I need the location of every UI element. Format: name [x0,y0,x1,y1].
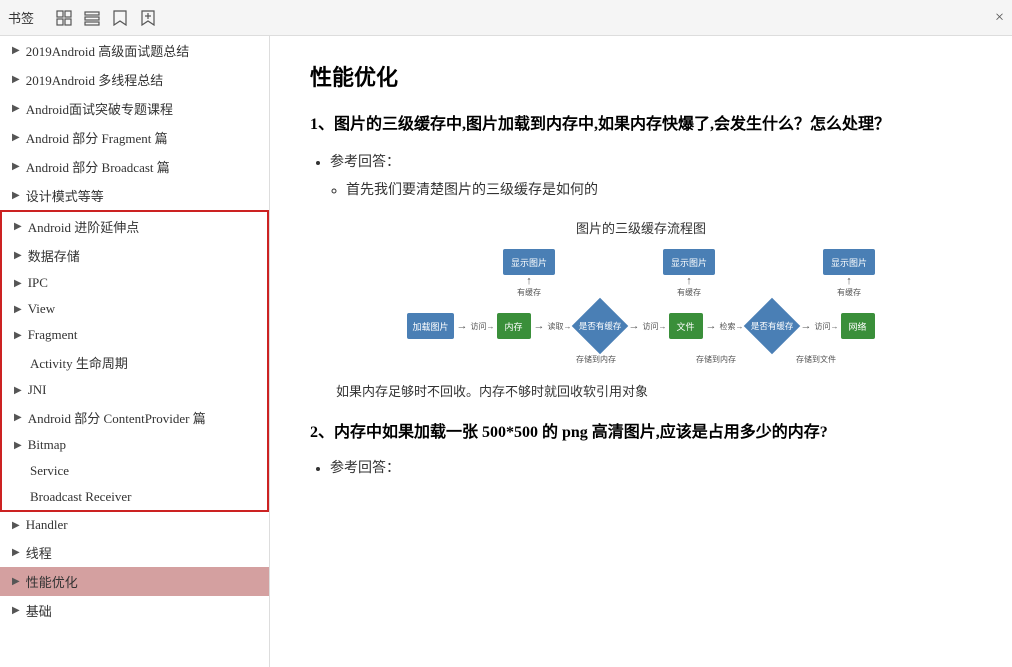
arrow-icon: ▶ [12,605,20,616]
sidebar-item-label: 2019Android 高级面试题总结 [26,41,190,60]
sidebar-item-13[interactable]: ▶ JNI [2,377,267,403]
content-area: 性能优化 1、图片的三级缓存中,图片加载到内存中,如果内存快爆了,会发生什么？怎… [270,36,1012,667]
arrow-icon: ▶ [12,132,20,143]
q2-answer-list: 参考回答： [330,458,972,480]
q1-title: 1、图片的三级缓存中,图片加载到内存中,如果内存快爆了,会发生什么？怎么处理？ [310,112,972,138]
sidebar-item-6[interactable]: ▶ 设计模式等等 [0,181,269,210]
sidebar-item-label: 线程 [26,543,52,562]
network-node: 网络 [841,313,875,339]
arrow-icon: ▶ [14,412,22,423]
answer-label: 参考回答： [330,155,400,170]
flow-diagram-container: 图片的三级缓存流程图 显示图片 ↑ 有缓存 显示图片 ↑ 有缓存 显示图片 ↑ … [310,218,972,365]
arrow-3: → [629,320,640,332]
sidebar-item-8[interactable]: ▶ 数据存储 [2,241,267,270]
sidebar-item-20[interactable]: ▶ 性能优化 [0,567,269,596]
q1-note: 如果内存足够时不回收。内存不够时就回收软引用对象 [310,381,972,400]
close-button[interactable]: × [995,9,1004,27]
sidebar-item-21[interactable]: ▶ 基础 [0,596,269,625]
arrow-icon: ▶ [12,74,20,85]
sidebar-item-label: 设计模式等等 [26,186,104,205]
display3-node: 显示图片 [823,249,875,275]
page-title: 性能优化 [310,60,972,92]
sidebar-item-4[interactable]: ▶ Android 部分 Fragment 篇 [0,123,269,152]
sidebar-item-label: 性能优化 [26,572,78,591]
arrow-icon: ▶ [14,440,22,451]
sidebar-item-label: Service [30,463,69,479]
toolbar-icons [54,8,158,28]
memory-node: 内存 [497,313,531,339]
sidebar-item-label: Android 部分 Broadcast 篇 [26,157,170,176]
sidebar-item-label: 2019Android 多线程总结 [26,70,164,89]
sidebar-item-label: Activity 生命周期 [30,353,128,372]
q1-sub-answer: 首先我们要清楚图片的三级缓存是如何的 [346,180,972,202]
sidebar-item-18[interactable]: ▶ Handler [0,512,269,538]
sidebar-item-9[interactable]: ▶ IPC [2,270,267,296]
arrow-icon: ▶ [12,161,20,172]
sidebar-item-14[interactable]: ▶ Android 部分 ContentProvider 篇 [2,403,267,432]
sidebar-item-label: Android 部分 ContentProvider 篇 [28,408,206,427]
sidebar-boxed-group: ▶ Android 进阶延伸点 ▶ 数据存储 ▶ IPC ▶ View ▶ Fr… [0,210,269,512]
arrow-icon: ▶ [12,103,20,114]
sidebar-item-label: Android 部分 Fragment 篇 [26,128,168,147]
main-layout: ▶ 2019Android 高级面试题总结 ▶ 2019Android 多线程总… [0,36,1012,667]
arrow-icon: ▶ [12,520,20,531]
q1-answer-list: 参考回答： 首先我们要清楚图片的三级缓存是如何的 [330,152,972,203]
toolbar: 书签 [0,0,1012,36]
diagram-title: 图片的三级缓存流程图 [310,218,972,237]
bookmark2-icon[interactable] [138,8,158,28]
sidebar-item-19[interactable]: ▶ 线程 [0,538,269,567]
sidebar-item-label: Handler [26,517,68,533]
bookmark-icon[interactable] [110,8,130,28]
sidebar-item-label: Broadcast Receiver [30,489,131,505]
has-file-diamond: 是否有缓存 [746,300,798,352]
sidebar-item-2[interactable]: ▶ 2019Android 多线程总结 [0,65,269,94]
sidebar-item-11[interactable]: ▶ Fragment [2,322,267,348]
arrow-4: → [706,320,717,332]
q1-answer-item: 参考回答： 首先我们要清楚图片的三级缓存是如何的 [330,152,972,203]
toolbar-title: 书签 [8,8,34,27]
arrow-icon: ▶ [14,221,22,232]
arrow-5: → [801,320,812,332]
arrow-icon: ▶ [12,190,20,201]
list-icon[interactable] [82,8,102,28]
sidebar-item-10[interactable]: ▶ View [2,296,267,322]
sidebar-item-label: IPC [28,275,48,291]
arrow-icon: ▶ [12,45,20,56]
arrow-icon: ▶ [12,576,20,587]
arrow-icon: ▶ [14,304,22,315]
sidebar-item-5[interactable]: ▶ Android 部分 Broadcast 篇 [0,152,269,181]
arrow-2: → [534,320,545,332]
sidebar-item-17[interactable]: Broadcast Receiver [2,484,267,510]
sidebar-item-label: Fragment [28,327,78,343]
sidebar: ▶ 2019Android 高级面试题总结 ▶ 2019Android 多线程总… [0,36,270,667]
q2-answer-label: 参考回答： [330,461,400,476]
arrow-icon: ▶ [12,547,20,558]
sidebar-item-12[interactable]: Activity 生命周期 [2,348,267,377]
arrow-icon: ▶ [14,330,22,341]
arrow-icon: ▶ [14,385,22,396]
load-node: 加载图片 [407,313,453,339]
sidebar-item-label: Android 进阶延伸点 [28,217,140,236]
sidebar-item-label: View [28,301,55,317]
sidebar-item-1[interactable]: ▶ 2019Android 高级面试题总结 [0,36,269,65]
sidebar-item-15[interactable]: ▶ Bitmap [2,432,267,458]
sidebar-item-label: JNI [28,382,47,398]
has-memory-diamond: 是否有缓存 [574,300,626,352]
display2-node: 显示图片 [663,249,715,275]
arrow-1: → [457,320,468,332]
sidebar-item-label: Bitmap [28,437,66,453]
arrow-icon: ▶ [14,278,22,289]
arrow-icon: ▶ [14,250,22,261]
sidebar-item-label: 基础 [26,601,52,620]
display1-node: 显示图片 [503,249,555,275]
q2-title: 2、内存中如果加载一张 500*500 的 png 高清图片,应该是占用多少的内… [310,420,972,446]
sidebar-item-label: 数据存储 [28,246,80,265]
sidebar-item-7[interactable]: ▶ Android 进阶延伸点 [2,212,267,241]
sidebar-item-16[interactable]: Service [2,458,267,484]
q2-answer-item: 参考回答： [330,458,972,480]
sidebar-item-label: Android面试突破专题课程 [26,99,173,118]
sidebar-item-3[interactable]: ▶ Android面试突破专题课程 [0,94,269,123]
grid-icon[interactable] [54,8,74,28]
file-node: 文件 [669,313,703,339]
